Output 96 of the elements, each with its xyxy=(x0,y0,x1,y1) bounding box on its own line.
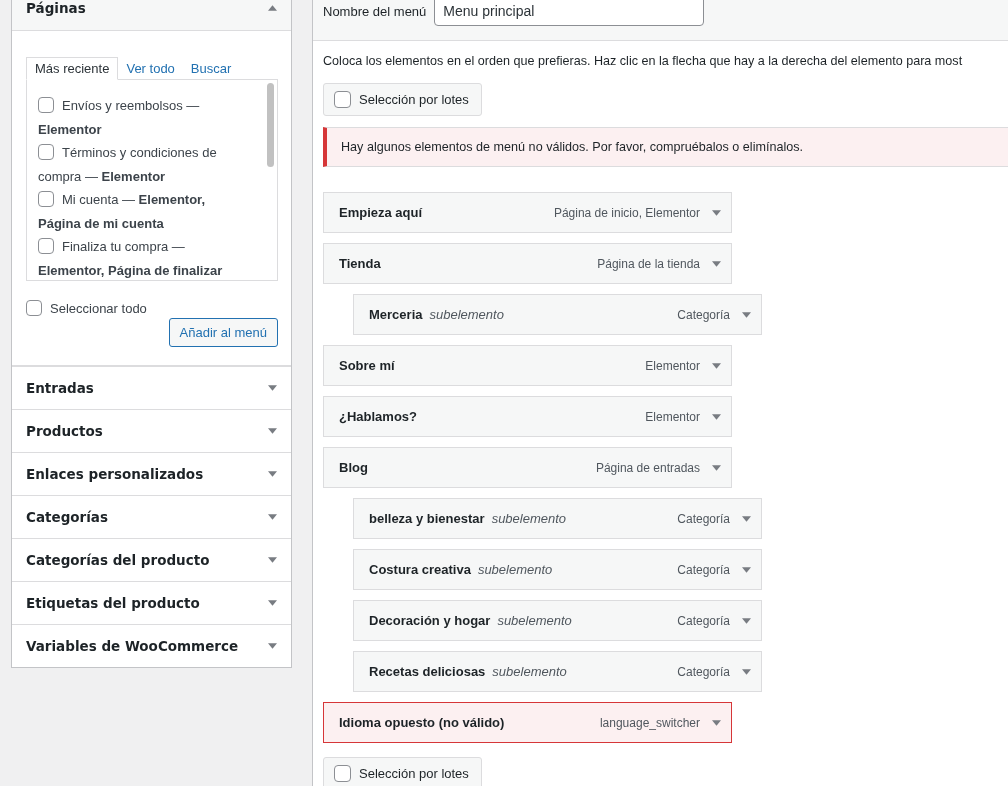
section-header[interactable]: Categorías xyxy=(12,495,291,538)
menu-item[interactable]: belleza y bienestar subelemento Categoría xyxy=(353,498,762,539)
menu-item-title: Sobre mí xyxy=(339,358,395,373)
menu-item-type: Categoría xyxy=(677,613,730,628)
section-header[interactable]: Páginas xyxy=(12,0,291,31)
menu-item[interactable]: Merceria subelemento Categoría xyxy=(353,294,762,335)
collapse-arrow-icon[interactable] xyxy=(268,4,277,11)
section-title: Entradas xyxy=(26,380,94,396)
menu-item-type: Página de la tienda xyxy=(597,256,700,271)
checkbox-label: Seleccionar todo xyxy=(50,300,147,316)
add-to-menu-button[interactable]: Añadir al menú xyxy=(168,318,278,347)
menu-item-type: language_switcher xyxy=(599,715,700,730)
menu-item[interactable]: Idioma opuesto (no válido) language_switcher xyxy=(323,702,732,743)
menu-item-type: Categoría xyxy=(677,307,730,322)
expand-arrow-icon[interactable] xyxy=(742,515,751,522)
menu-item-type: Elementor xyxy=(645,358,700,373)
menu-item-note: subelemento xyxy=(491,511,567,526)
menu-item-type: Categoría xyxy=(677,511,730,526)
expand-arrow-icon[interactable] xyxy=(712,362,721,369)
section-header[interactable]: Entradas xyxy=(12,366,291,409)
bulk-select-button[interactable]: Selección por lotes xyxy=(323,83,482,116)
menu-item-note: subelemento xyxy=(492,664,567,679)
menu-item[interactable]: Tienda Página de la tienda xyxy=(323,243,732,284)
menu-item-note: subelemento xyxy=(477,562,553,577)
bulk-select-button[interactable]: Selección por lotes xyxy=(323,757,482,786)
menu-item[interactable]: Empieza aquí Página de inicio, Elementor xyxy=(323,192,732,233)
menu-item[interactable]: Recetas deliciosas subelemento Categoría xyxy=(353,651,762,692)
section-header[interactable]: Variables de WooCommerce xyxy=(12,624,291,667)
page-option[interactable]: Términos y condiciones de compra — Elementor xyxy=(38,141,239,188)
tab[interactable]: Más reciente xyxy=(26,57,119,80)
expand-arrow-icon[interactable] xyxy=(712,719,721,726)
checkbox[interactable] xyxy=(38,238,54,254)
page-option[interactable]: Finaliza tu compra — Elementor, Página de finalizar xyxy=(38,235,239,280)
section-header[interactable]: Enlaces personalizados xyxy=(12,452,291,495)
page-option[interactable]: Envíos y reembolsos — Elementor xyxy=(38,94,239,141)
expand-arrow-icon[interactable] xyxy=(712,464,721,471)
expand-arrow-icon[interactable] xyxy=(268,471,277,477)
section-title: Categorías del producto xyxy=(26,552,210,568)
menu-item-title: Merceria xyxy=(369,307,423,322)
expand-arrow-icon[interactable] xyxy=(268,557,277,563)
expand-arrow-icon[interactable] xyxy=(268,385,277,391)
menu-item-note: subelemento xyxy=(497,613,572,628)
expand-arrow-icon[interactable] xyxy=(712,413,721,420)
tab[interactable]: Buscar xyxy=(182,58,240,79)
section-header[interactable]: Productos xyxy=(12,409,291,452)
menu-item-type: Categoría xyxy=(677,664,730,679)
menu-item[interactable]: Decoración y hogar subelemento Categoría xyxy=(353,600,762,641)
menu-item-title: belleza y bienestar xyxy=(369,511,485,526)
menu-item-title: ¿Hablamos? xyxy=(339,409,417,424)
menu-item-type: Elementor xyxy=(645,409,700,424)
menu-item-type: Página de entradas xyxy=(595,460,700,475)
section-title: Enlaces personalizados xyxy=(26,466,204,482)
expand-arrow-icon[interactable] xyxy=(268,514,277,520)
scrollbar-thumb[interactable] xyxy=(267,83,274,167)
menu-item-note: subelemento xyxy=(429,307,504,322)
section-header[interactable]: Etiquetas del producto xyxy=(12,581,291,624)
menu-item-title: Blog xyxy=(339,460,368,475)
instructions-text: Coloca los elementos en el orden que prefieras. Haz clic en la flecha que hay a la derecha del elemento para most xyxy=(323,53,964,69)
checkbox[interactable] xyxy=(334,765,351,782)
menu-item-title: Empieza aquí xyxy=(339,205,423,220)
checkbox[interactable] xyxy=(38,191,54,207)
menu-item-title: Costura creativa xyxy=(369,562,471,577)
expand-arrow-icon[interactable] xyxy=(742,311,751,318)
expand-arrow-icon[interactable] xyxy=(268,600,277,606)
expand-arrow-icon[interactable] xyxy=(742,617,751,624)
checkbox[interactable] xyxy=(334,91,351,108)
section-title: Categorías xyxy=(26,509,108,525)
checkbox[interactable] xyxy=(38,144,54,160)
expand-arrow-icon[interactable] xyxy=(712,260,721,267)
menu-item-type: Categoría xyxy=(677,562,730,577)
expand-arrow-icon[interactable] xyxy=(742,566,751,573)
page-option[interactable]: Mi cuenta — Elementor, Página de mi cuenta xyxy=(38,188,239,235)
tab[interactable]: Ver todo xyxy=(118,58,183,79)
section-title: Variables de WooCommerce xyxy=(26,638,239,654)
menu-item-title: Idioma opuesto (no válido) xyxy=(339,715,505,730)
expand-arrow-icon[interactable] xyxy=(268,643,277,649)
menu-item[interactable]: ¿Hablamos? Elementor xyxy=(323,396,732,437)
menu-item-type: Página de inicio, Elementor xyxy=(553,205,700,220)
menu-item-title: Recetas deliciosas xyxy=(369,664,486,679)
expand-arrow-icon[interactable] xyxy=(742,668,751,675)
section-title: Productos xyxy=(26,423,103,439)
expand-arrow-icon[interactable] xyxy=(712,209,721,216)
field-label: Nombre del menú xyxy=(323,4,427,21)
menu-name-field[interactable]: Menu principal xyxy=(434,0,705,26)
menu-item[interactable]: Blog Página de entradas xyxy=(323,447,732,488)
section-header[interactable]: Categorías del producto xyxy=(12,538,291,581)
menu-item-title: Decoración y hogar xyxy=(369,613,491,628)
error-notice: Hay algunos elementos de menú no válidos. Por favor, compruébalos o elimínalos. xyxy=(323,127,1008,167)
expand-arrow-icon[interactable] xyxy=(268,428,277,434)
checkbox[interactable] xyxy=(26,300,42,316)
section-title: Etiquetas del producto xyxy=(26,595,200,611)
section-title: Páginas xyxy=(26,0,86,16)
menu-item-title: Tienda xyxy=(339,256,381,271)
checkbox[interactable] xyxy=(38,97,54,113)
menu-item[interactable]: Costura creativa subelemento Categoría xyxy=(353,549,762,590)
menu-item[interactable]: Sobre mí Elementor xyxy=(323,345,732,386)
